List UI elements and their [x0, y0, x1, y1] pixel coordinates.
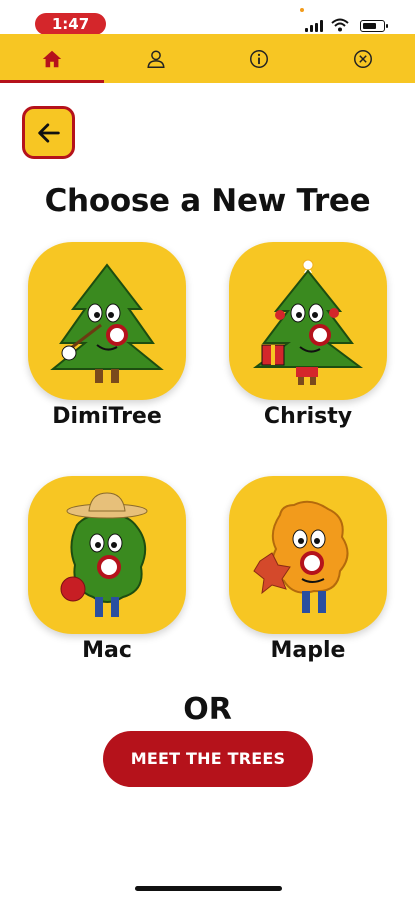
christmas-tree-character-icon: [253, 259, 363, 385]
close-circle-icon: [354, 49, 373, 68]
home-icon: [42, 50, 62, 67]
privacy-indicator-dot: [300, 8, 304, 12]
tree-name: Christy: [263, 404, 353, 429]
tree-tile[interactable]: [28, 242, 186, 400]
tree-name: Mac: [82, 638, 132, 663]
wifi-icon: [331, 18, 349, 32]
home-indicator[interactable]: [135, 886, 282, 891]
battery-icon: [360, 20, 388, 32]
tree-option-maple[interactable]: Maple: [229, 476, 387, 663]
tree-option-christy[interactable]: Christy: [229, 242, 387, 429]
meet-the-trees-button[interactable]: MEET THE TREES: [103, 731, 313, 787]
tab-home[interactable]: [0, 34, 104, 83]
info-icon: [250, 49, 269, 68]
maple-tree-character-icon: [253, 500, 349, 613]
tree-tile[interactable]: [229, 476, 387, 634]
pine-tree-character-icon: [50, 263, 164, 383]
tab-profile[interactable]: [104, 34, 208, 83]
back-button[interactable]: [22, 106, 75, 159]
top-nav: [0, 34, 415, 83]
tree-option-dimitree[interactable]: DimiTree: [28, 242, 186, 429]
cellular-signal-icon: [305, 20, 323, 32]
tree-name: DimiTree: [52, 404, 162, 429]
page-title: Choose a New Tree: [44, 183, 371, 219]
or-divider-label: OR: [183, 692, 232, 727]
apple-tree-character-icon: [60, 492, 148, 617]
tree-name: Maple: [270, 638, 346, 663]
tree-option-mac[interactable]: Mac: [28, 476, 186, 663]
arrow-left-icon: [37, 122, 60, 143]
tab-close[interactable]: [311, 34, 415, 83]
profile-icon: [147, 49, 165, 68]
status-bar: 1:47: [0, 0, 415, 35]
status-time: 1:47: [35, 13, 106, 35]
tree-tile[interactable]: [28, 476, 186, 634]
tab-info[interactable]: [208, 34, 312, 83]
tree-tile[interactable]: [229, 242, 387, 400]
